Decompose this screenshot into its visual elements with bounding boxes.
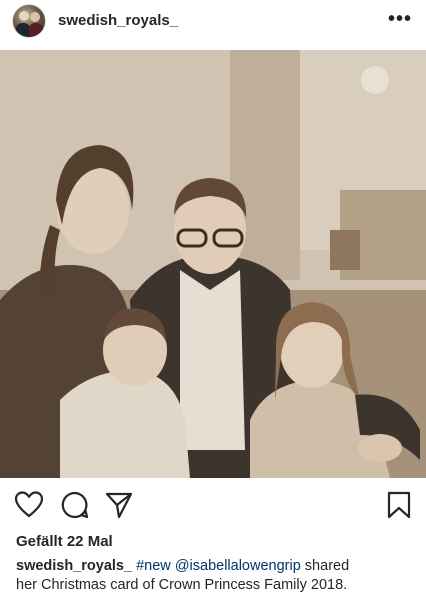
post-username[interactable]: swedish_royals_ [58, 12, 178, 29]
caption-text-line2: her Christmas card of Crown Princess Fam… [16, 577, 348, 593]
heart-icon[interactable] [14, 490, 44, 520]
profile-avatar[interactable] [12, 4, 46, 38]
likes-count[interactable]: Gefällt 22 Mal [16, 533, 113, 550]
caption-text-tail: shared [300, 558, 350, 574]
caption-hashtag[interactable]: #new [136, 558, 171, 574]
post-header: swedish_royals_ ••• [0, 0, 426, 42]
post-photo[interactable] [0, 50, 426, 478]
bookmark-icon[interactable] [384, 490, 414, 520]
paper-plane-icon[interactable] [104, 490, 134, 520]
post-caption: swedish_royals_ #new @isabellalowengrip … [16, 557, 416, 595]
comment-icon[interactable] [60, 490, 90, 520]
more-options-icon[interactable]: ••• [388, 8, 412, 31]
caption-mention[interactable]: @isabellalowengrip [175, 558, 301, 574]
post-actions [0, 484, 426, 524]
caption-username[interactable]: swedish_royals_ [16, 558, 132, 574]
